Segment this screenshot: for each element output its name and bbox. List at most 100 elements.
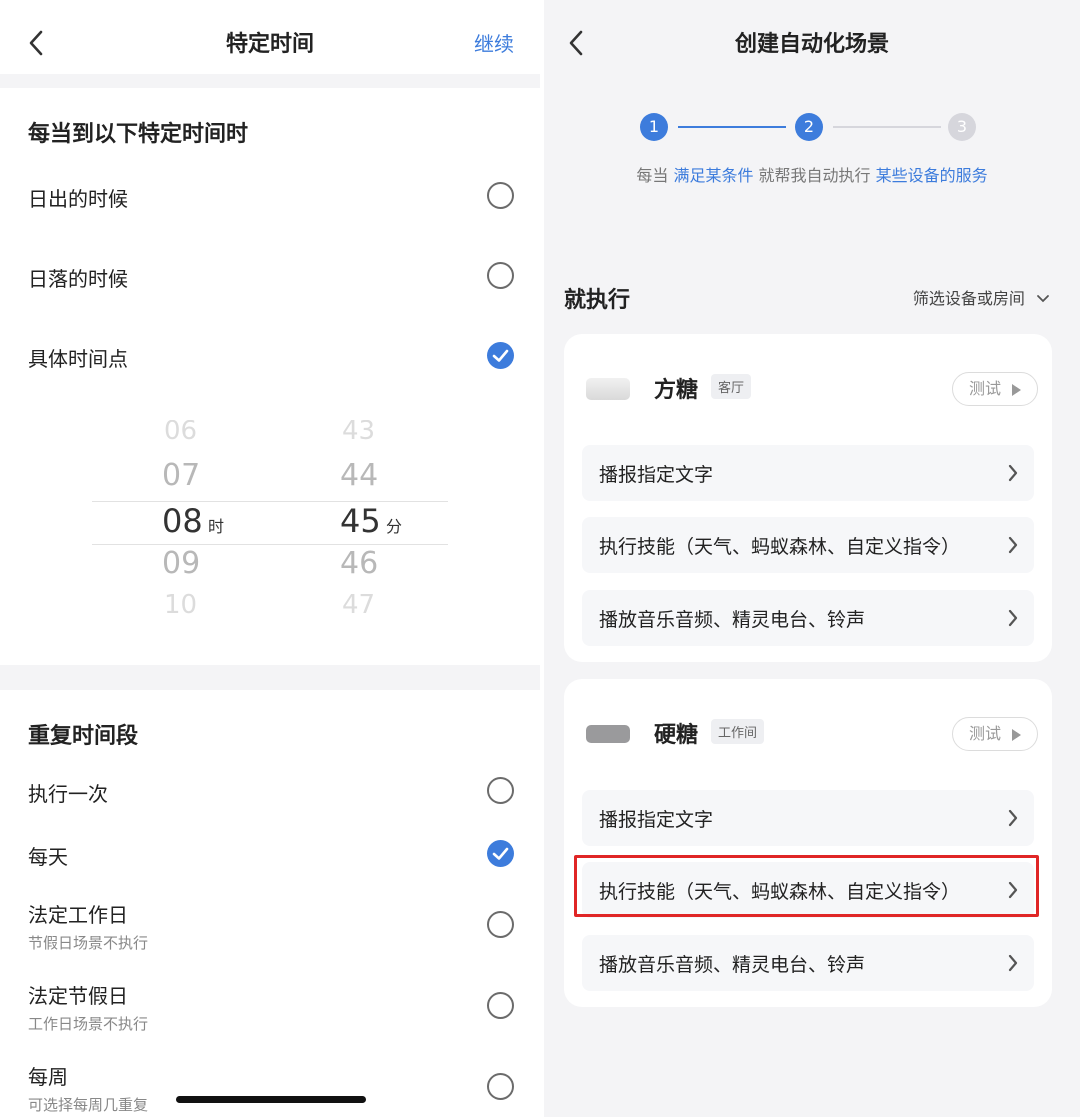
- radio-button[interactable]: [487, 777, 514, 804]
- minute-option[interactable]: 43: [342, 420, 375, 446]
- room-tag: 客厅: [711, 374, 752, 399]
- device-card: 硬糖 工作间 测试 播报指定文字 执行技能（天气、蚂蚁森林、自定义指令） 播放音…: [564, 679, 1052, 1007]
- execute-section-title: 就执行: [564, 288, 631, 313]
- action-item[interactable]: 播放音乐音频、精灵电台、铃声: [582, 590, 1034, 646]
- section-divider: [0, 665, 540, 690]
- page-title: 创建自动化场景: [734, 32, 889, 57]
- option-label: 具体时间点: [28, 347, 128, 371]
- hint-text: 就帮我自动执行: [753, 166, 876, 185]
- chevron-right-icon: [1008, 881, 1018, 899]
- option-sublabel: 可选择每周几重复: [28, 1096, 149, 1114]
- checkmark-icon: [492, 847, 509, 860]
- option-sublabel: 节假日场景不执行: [28, 934, 149, 952]
- action-label: 执行技能（天气、蚂蚁森林、自定义指令）: [599, 536, 961, 558]
- repeat-weekly[interactable]: 每周 可选择每周几重复: [0, 1057, 540, 1117]
- step-connector: [678, 126, 786, 128]
- repeat-holidays[interactable]: 法定节假日 工作日场景不执行: [0, 976, 540, 1046]
- hour-selected[interactable]: 08: [162, 502, 203, 540]
- section-divider: [0, 74, 540, 88]
- filter-label: 筛选设备或房间: [912, 289, 1025, 308]
- step-hint: 每当 满足某条件 就帮我自动执行 某些设备的服务: [544, 162, 1080, 186]
- picker-line: [92, 544, 448, 545]
- action-label: 播放音乐音频、精灵电台、铃声: [599, 954, 866, 976]
- device-name: 硬糖: [654, 723, 699, 748]
- time-section-title: 每当到以下特定时间时: [28, 122, 249, 147]
- minute-unit: 分: [386, 517, 403, 536]
- action-label: 播放音乐音频、精灵电台、铃声: [599, 609, 866, 631]
- hour-option[interactable]: 06: [164, 420, 197, 446]
- option-label: 日出的时候: [28, 187, 128, 211]
- home-indicator: [176, 1096, 366, 1103]
- chevron-right-icon: [1008, 464, 1018, 482]
- time-settings-panel: 特定时间 继续 每当到以下特定时间时 日出的时候 日落的时候 具体时间点 06 …: [0, 0, 540, 1117]
- page-title: 特定时间: [225, 32, 314, 57]
- action-item[interactable]: 播报指定文字: [582, 445, 1034, 501]
- chevron-right-icon: [1008, 809, 1018, 827]
- repeat-section-title: 重复时间段: [28, 724, 139, 749]
- action-item-highlighted[interactable]: 执行技能（天气、蚂蚁森林、自定义指令）: [582, 862, 1034, 918]
- hour-unit: 时: [208, 517, 225, 536]
- picker-line: [92, 501, 448, 502]
- radio-button[interactable]: [487, 1073, 514, 1100]
- option-label: 法定工作日: [28, 903, 128, 927]
- minute-option[interactable]: 44: [340, 458, 378, 493]
- step-3: 3: [948, 113, 976, 141]
- minute-selected[interactable]: 45: [340, 502, 381, 540]
- radio-button-checked[interactable]: [487, 840, 514, 867]
- option-label: 执行一次: [28, 782, 108, 806]
- hour-option[interactable]: 09: [162, 546, 200, 581]
- nav-bar: 特定时间 继续: [0, 0, 540, 74]
- test-label: 测试: [969, 379, 1002, 398]
- time-picker[interactable]: 06 07 08 时 09 10 43 44 45 分 46 47: [92, 420, 448, 620]
- step-connector: [833, 126, 941, 128]
- speaker-icon: [586, 725, 630, 743]
- play-icon: [1012, 384, 1021, 396]
- chevron-down-icon: [1037, 295, 1049, 303]
- minute-option[interactable]: 47: [342, 590, 375, 620]
- option-sunset[interactable]: 日落的时候: [0, 246, 540, 306]
- test-label: 测试: [969, 724, 1002, 743]
- action-item[interactable]: 执行技能（天气、蚂蚁森林、自定义指令）: [582, 517, 1034, 573]
- radio-button[interactable]: [487, 992, 514, 1019]
- checkmark-icon: [492, 349, 509, 362]
- step-1: 1: [640, 113, 668, 141]
- device-name: 方糖: [654, 378, 699, 403]
- radio-button[interactable]: [487, 182, 514, 209]
- action-item[interactable]: 播放音乐音频、精灵电台、铃声: [582, 935, 1034, 991]
- repeat-workdays[interactable]: 法定工作日 节假日场景不执行: [0, 895, 540, 965]
- minute-option[interactable]: 46: [340, 546, 378, 581]
- radio-button[interactable]: [487, 262, 514, 289]
- automation-scene-panel: 创建自动化场景 1 2 3 每当 满足某条件 就帮我自动执行 某些设备的服务 就…: [544, 0, 1080, 1117]
- radio-button[interactable]: [487, 911, 514, 938]
- option-label: 法定节假日: [28, 984, 128, 1008]
- radio-button-checked[interactable]: [487, 342, 514, 369]
- option-label: 日落的时候: [28, 267, 128, 291]
- test-button[interactable]: 测试: [952, 372, 1038, 406]
- option-specific-time[interactable]: 具体时间点: [0, 326, 540, 386]
- action-item[interactable]: 播报指定文字: [582, 790, 1034, 846]
- option-label: 每周: [28, 1065, 68, 1089]
- play-icon: [1012, 729, 1021, 741]
- test-button[interactable]: 测试: [952, 717, 1038, 751]
- step-2: 2: [795, 113, 823, 141]
- hint-service-link[interactable]: 某些设备的服务: [876, 166, 988, 185]
- option-sublabel: 工作日场景不执行: [28, 1015, 149, 1033]
- chevron-right-icon: [1008, 536, 1018, 554]
- filter-dropdown[interactable]: 筛选设备或房间: [913, 285, 1050, 309]
- action-label: 播报指定文字: [599, 809, 714, 831]
- continue-button[interactable]: 继续: [474, 28, 514, 57]
- action-label: 播报指定文字: [599, 464, 714, 486]
- hint-text: 每当: [636, 166, 674, 185]
- hint-condition-link[interactable]: 满足某条件: [673, 166, 753, 185]
- chevron-right-icon: [1008, 609, 1018, 627]
- room-tag: 工作间: [711, 719, 765, 744]
- option-label: 每天: [28, 845, 68, 869]
- hour-option[interactable]: 07: [162, 458, 200, 493]
- hour-option[interactable]: 10: [164, 590, 197, 620]
- speaker-icon: [586, 378, 630, 400]
- chevron-right-icon: [1008, 954, 1018, 972]
- repeat-once[interactable]: 执行一次: [0, 760, 540, 820]
- repeat-daily[interactable]: 每天: [0, 823, 540, 883]
- action-label: 执行技能（天气、蚂蚁森林、自定义指令）: [599, 881, 961, 903]
- option-sunrise[interactable]: 日出的时候: [0, 166, 540, 226]
